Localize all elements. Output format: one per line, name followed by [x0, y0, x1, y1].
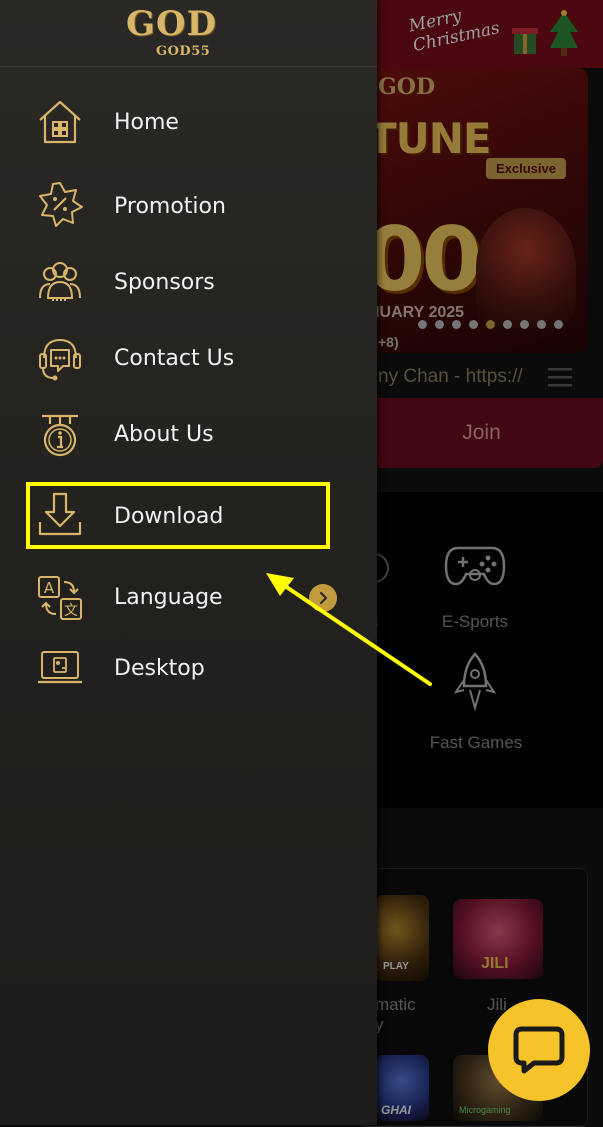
home-icon	[39, 100, 81, 144]
menu-item-desktop[interactable]: Desktop	[0, 632, 377, 702]
menu-label: Sponsors	[114, 270, 215, 295]
menu-item-home[interactable]: Home	[0, 88, 377, 158]
svg-text:文: 文	[64, 603, 78, 619]
language-expand-button[interactable]	[309, 584, 337, 612]
app-logo-subtext: GOD55	[156, 44, 211, 59]
menu-label: Promotion	[114, 194, 226, 219]
menu-label: Contact Us	[114, 346, 235, 371]
promotion-icon	[39, 182, 83, 227]
chat-bubble-icon	[513, 1026, 565, 1074]
download-highlight-annotation	[26, 482, 330, 549]
menu-label: Home	[114, 110, 179, 135]
menu-item-about-us[interactable]: About Us	[0, 400, 377, 470]
menu-item-sponsors[interactable]: Sponsors	[0, 248, 377, 318]
chevron-right-icon	[319, 591, 328, 605]
drawer-header: GOD GOD55	[0, 0, 377, 67]
sponsors-icon	[39, 262, 81, 301]
desktop-icon	[38, 651, 82, 684]
menu-label: Desktop	[114, 656, 205, 681]
language-translate-icon: A 文	[38, 576, 82, 620]
svg-text:A: A	[44, 579, 55, 597]
menu-item-promotion[interactable]: Promotion	[0, 170, 377, 240]
contact-headset-icon	[39, 338, 81, 381]
side-drawer: GOD GOD55 Home Promotion Sponsors Contac…	[0, 0, 377, 1125]
menu-label: About Us	[114, 422, 214, 447]
menu-label: Language	[114, 585, 223, 610]
menu-item-contact-us[interactable]: Contact Us	[0, 324, 377, 394]
about-info-icon	[42, 414, 78, 457]
live-chat-button[interactable]	[488, 999, 590, 1101]
app-logo[interactable]: GOD	[126, 4, 217, 44]
